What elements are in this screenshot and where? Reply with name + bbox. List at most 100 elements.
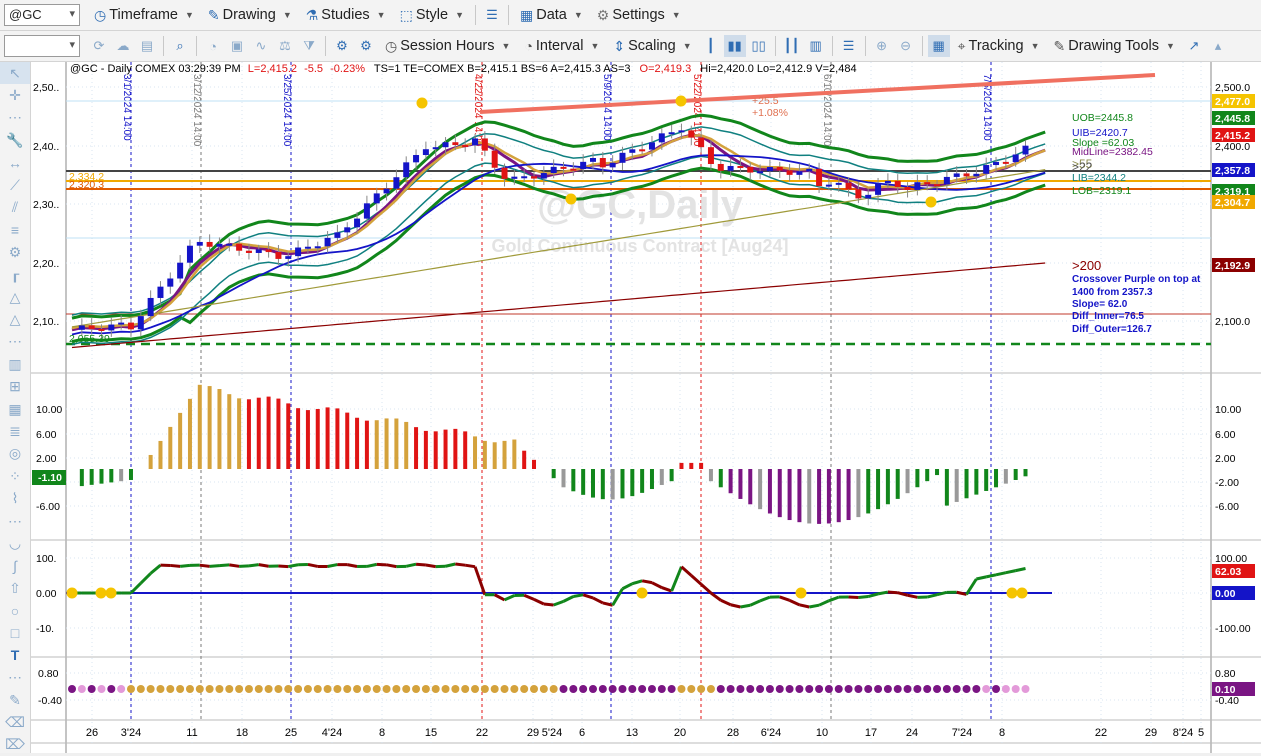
interval-combo[interactable] — [4, 35, 80, 57]
oscillator-segment — [249, 565, 259, 566]
candle-hollow-icon[interactable]: ▯▯ — [748, 35, 770, 57]
histogram-bar — [424, 431, 428, 469]
candle-body — [502, 168, 508, 179]
histogram-bar — [178, 413, 182, 469]
oscillator-segment — [976, 577, 986, 579]
dot-marker — [333, 685, 341, 693]
volume-bars-icon[interactable]: ┃┃ — [781, 35, 803, 57]
grid-icon[interactable]: ▦ — [0, 398, 30, 420]
settings-icon[interactable]: ⚙ — [0, 241, 30, 263]
symbol-input[interactable]: @GC — [4, 4, 80, 26]
table-icon[interactable]: ▤ — [136, 35, 158, 57]
grid-icon[interactable]: ⊞ — [0, 375, 30, 397]
zoom-out-icon[interactable]: ⊖ — [895, 35, 917, 57]
oscillator-segment — [278, 566, 288, 567]
dot-marker — [1012, 685, 1020, 693]
crosshair-icon[interactable]: ✛ — [0, 84, 30, 106]
dot-marker — [255, 685, 263, 693]
eraser-icon[interactable]: ⌫ — [0, 711, 30, 733]
drawing-menu[interactable]: ✎Drawing▼ — [202, 3, 298, 27]
toolbar-divider — [775, 36, 776, 56]
event-vline-label: 5/9/2024 14:00 — [601, 74, 612, 141]
triangle-icon[interactable]: △ — [0, 286, 30, 308]
gann-icon[interactable]: ⌇ — [0, 487, 30, 509]
histogram-bar — [129, 469, 133, 480]
candle-body — [197, 242, 203, 246]
interval-menu[interactable]: ◔Interval▼ — [518, 34, 605, 58]
curve-icon[interactable]: ∫ — [0, 555, 30, 577]
cloud-icon[interactable]: ☁ — [112, 35, 134, 57]
chart-image-icon[interactable]: ▣ — [226, 35, 248, 57]
oscillator-segment — [200, 565, 210, 566]
dot-marker — [97, 685, 105, 693]
histogram-bar — [994, 469, 998, 487]
lines-icon[interactable]: ≣ — [0, 420, 30, 442]
candle-body — [295, 248, 301, 257]
speedometer-icon[interactable]: ◔ — [202, 35, 224, 57]
histogram-bar — [856, 469, 860, 517]
oscillator-axis-label-left: 0.00 — [36, 588, 57, 600]
triangle-icon[interactable]: △ — [0, 308, 30, 330]
scaling-menu[interactable]: ⇕Scaling▼ — [607, 34, 697, 58]
dots-icon[interactable]: ⁘ — [0, 465, 30, 487]
trendline-icon[interactable]: ⟋ — [0, 174, 30, 196]
grid-icon: ▦ — [520, 7, 533, 24]
ellipse-icon[interactable]: ○ — [0, 599, 30, 621]
histogram-bar — [955, 469, 959, 502]
candle-body — [639, 149, 645, 151]
oscillator-axis-label-left: -10. — [36, 623, 54, 635]
dot-marker — [609, 685, 617, 693]
histogram-badge-label: -1.10 — [38, 472, 62, 484]
columns-icon[interactable]: ▥ — [805, 35, 827, 57]
pen-icon[interactable]: ✎ — [0, 689, 30, 711]
studies-menu[interactable]: ⚗Studies▼ — [300, 3, 392, 27]
bars-icon[interactable]: ▥ — [0, 353, 30, 375]
measure-icon[interactable]: ↔ — [0, 152, 30, 174]
scale-icon[interactable]: ⚖ — [274, 35, 296, 57]
settings-cubes-icon[interactable]: ⚙ — [331, 35, 353, 57]
candle-body — [678, 130, 684, 132]
wrench-icon[interactable]: 🔧 — [0, 129, 30, 151]
data-menu[interactable]: ▦Data▼ — [514, 3, 589, 27]
chart-line-icon[interactable]: ∿ — [250, 35, 272, 57]
drawing-tools-menu[interactable]: ✎Drawing Tools▼ — [1047, 34, 1180, 58]
bar-chart-icon[interactable]: ┃ — [700, 35, 722, 57]
style-menu[interactable]: ⬚Style▼ — [394, 3, 470, 27]
zoom-in-icon[interactable]: ⊕ — [871, 35, 893, 57]
zoom-chart-icon[interactable]: ⌕ — [169, 35, 191, 57]
oscillator-segment — [858, 597, 868, 598]
settings-menu[interactable]: ⚙Settings▼ — [591, 3, 687, 27]
filter-icon[interactable]: ⧩ — [298, 35, 320, 57]
candlestick-icon[interactable]: ▮▮ — [724, 35, 746, 57]
options-icon[interactable]: ⚙ — [355, 35, 377, 57]
timeframe-menu[interactable]: ◷Timeframe▼ — [88, 3, 200, 27]
chart-area[interactable]: 3/1/2024 14:003/12/2024 14:003/25/2024 1… — [31, 62, 1261, 753]
crosshair-grid-icon[interactable]: ▦ — [928, 35, 950, 57]
parallel-icon[interactable]: ≡ — [0, 219, 30, 241]
spiral-icon[interactable]: ◎ — [0, 443, 30, 465]
histogram-bar — [257, 398, 261, 469]
expand-icon[interactable]: ▴ — [1207, 35, 1229, 57]
pencil-icon: ✎ — [1053, 38, 1065, 55]
arrow-up-icon[interactable]: ⇧ — [0, 577, 30, 599]
trend-icon[interactable]: ↗ — [1183, 35, 1205, 57]
channel-icon[interactable]: ⫽ — [0, 196, 30, 218]
tracking-icon: ⌖ — [958, 38, 966, 55]
session-hours-menu[interactable]: ◷Session Hours▼ — [379, 34, 516, 58]
oscillator-segment — [455, 564, 465, 565]
rectangle-icon[interactable]: □ — [0, 622, 30, 644]
ruler-icon[interactable]: ┎ — [0, 264, 30, 286]
text-icon[interactable]: T — [0, 644, 30, 666]
layout-icon[interactable]: ☰ — [838, 35, 860, 57]
refresh-icon[interactable]: ⟳ — [88, 35, 110, 57]
chart-canvas[interactable]: 3/1/2024 14:003/12/2024 14:003/25/2024 1… — [31, 62, 1261, 753]
dot-marker — [599, 685, 607, 693]
dot-marker — [687, 685, 695, 693]
tracking-menu[interactable]: ⌖Tracking▼ — [952, 34, 1046, 58]
pointer-icon[interactable]: ↖ — [0, 62, 30, 84]
arc-icon[interactable]: ◡ — [0, 532, 30, 554]
x-axis-label: 6'24 — [761, 727, 781, 739]
histogram-bar — [689, 463, 693, 469]
event-vline-label: 3/12/2024 14:00 — [191, 74, 202, 147]
layout-icon[interactable]: ☰ — [481, 4, 503, 26]
